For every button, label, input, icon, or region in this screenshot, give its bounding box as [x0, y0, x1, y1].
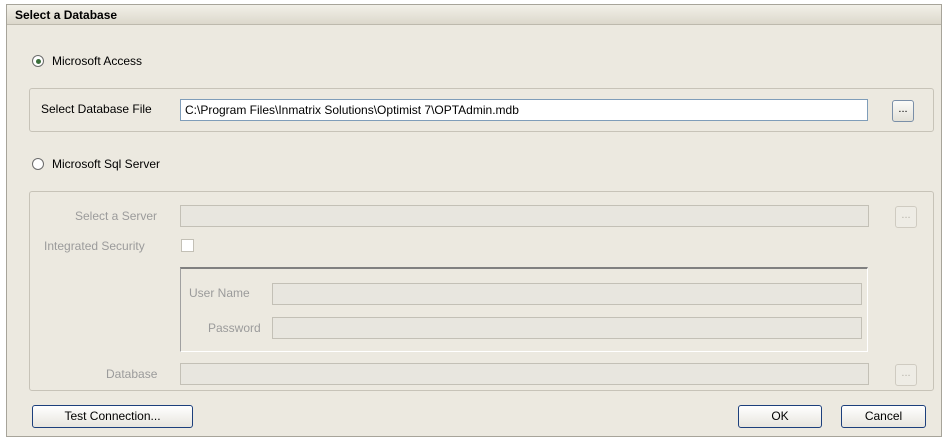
password-input[interactable] — [272, 317, 862, 339]
cancel-button[interactable]: Cancel — [841, 405, 926, 428]
database-label: Database — [106, 367, 158, 381]
access-radio-button[interactable] — [32, 55, 44, 67]
database-browse-button[interactable]: ... — [895, 364, 917, 386]
username-input[interactable] — [272, 283, 862, 305]
ok-button[interactable]: OK — [738, 405, 822, 428]
sql-group: Select a Server ... Integrated Security … — [29, 191, 934, 391]
database-input[interactable] — [180, 363, 869, 385]
select-database-dialog: Select a Database Microsoft Access Selec… — [6, 4, 942, 437]
server-input[interactable] — [180, 205, 869, 227]
access-browse-button[interactable]: ... — [892, 100, 914, 122]
dialog-title: Select a Database — [7, 5, 941, 25]
server-browse-button[interactable]: ... — [895, 206, 917, 228]
sql-radio-button[interactable] — [32, 158, 44, 170]
database-file-input[interactable]: C:\Program Files\Inmatrix Solutions\Opti… — [180, 99, 868, 121]
sql-radio-label: Microsoft Sql Server — [52, 157, 161, 171]
access-group: Select Database File C:\Program Files\In… — [29, 88, 934, 132]
credentials-panel: User Name Password — [180, 267, 868, 352]
test-connection-button[interactable]: Test Connection... — [32, 405, 193, 428]
sql-radio-option[interactable]: Microsoft Sql Server — [32, 157, 160, 171]
access-radio-label: Microsoft Access — [52, 54, 143, 68]
select-server-label: Select a Server — [75, 209, 158, 223]
password-label: Password — [208, 321, 261, 335]
integrated-security-checkbox[interactable] — [181, 239, 194, 252]
username-label: User Name — [189, 286, 250, 300]
select-database-file-label: Select Database File — [41, 102, 152, 116]
integrated-security-label: Integrated Security — [44, 239, 145, 253]
access-radio-option[interactable]: Microsoft Access — [32, 54, 142, 68]
